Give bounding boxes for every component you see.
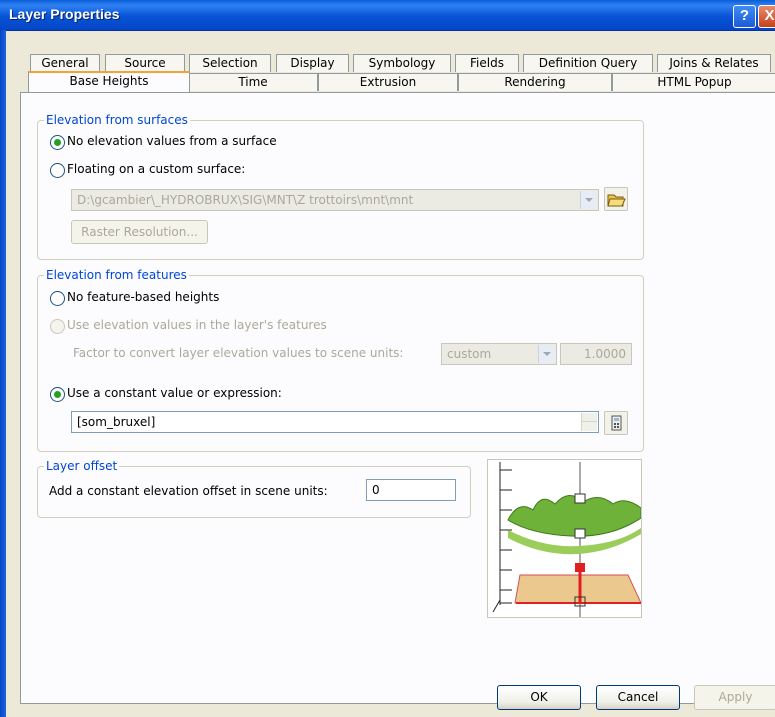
help-icon: ? xyxy=(739,7,750,24)
tab-symbology[interactable]: Symbology xyxy=(353,54,451,72)
title-bar: Layer Properties ? X xyxy=(0,0,775,31)
tab-general[interactable]: General xyxy=(30,54,100,72)
base-heights-preview xyxy=(487,459,642,618)
use-elevation-values-label: Use elevation values in the layer's feat… xyxy=(67,318,327,332)
surfaces-legend: Elevation from surfaces xyxy=(44,113,190,127)
factor-value: 1.0000 xyxy=(584,347,626,361)
tab-time[interactable]: Time xyxy=(188,73,318,91)
raster-resolution-button[interactable]: Raster Resolution... xyxy=(71,220,208,244)
features-legend: Elevation from features xyxy=(44,268,189,282)
tab-extrusion[interactable]: Extrusion xyxy=(318,73,458,91)
surface-path-value: D:\gcambier\_HYDROBRUX\SIG\MNT\Z trottoi… xyxy=(77,193,414,207)
factor-label: Factor to convert layer elevation values… xyxy=(73,346,404,360)
open-folder-icon xyxy=(607,194,626,207)
expression-builder-button[interactable] xyxy=(604,411,628,435)
floating-surface-radio[interactable] xyxy=(50,163,65,178)
selected-dot xyxy=(54,391,61,398)
open-folder-button[interactable] xyxy=(604,187,628,211)
constant-value-radio[interactable] xyxy=(50,387,65,402)
calculator-icon xyxy=(611,415,622,431)
factor-unit-dropdown[interactable]: custom xyxy=(441,343,557,365)
chevron-down-icon[interactable] xyxy=(580,191,597,209)
tab-selection[interactable]: Selection xyxy=(189,54,271,72)
surface-path-dropdown[interactable]: D:\gcambier\_HYDROBRUX\SIG\MNT\Z trottoi… xyxy=(71,189,599,211)
tab-source[interactable]: Source xyxy=(105,54,185,72)
factor-unit-value: custom xyxy=(447,347,492,361)
tab-html-popup[interactable]: HTML Popup xyxy=(612,73,775,91)
tab-base-heights[interactable]: Base Heights xyxy=(28,71,190,92)
no-surface-radio[interactable] xyxy=(50,135,65,150)
spin-up[interactable] xyxy=(582,413,597,422)
apply-button[interactable]: Apply xyxy=(694,685,775,710)
offset-field[interactable]: 0 xyxy=(366,479,456,501)
base-heights-diagram xyxy=(492,462,642,617)
constant-value-label: Use a constant value or expression: xyxy=(67,386,282,400)
close-button[interactable]: X xyxy=(758,5,775,28)
no-feature-heights-label: No feature-based heights xyxy=(67,290,220,304)
expression-field[interactable]: [som_bruxel] xyxy=(71,411,599,433)
no-surface-label: No elevation values from a surface xyxy=(67,134,277,148)
window-title: Layer Properties xyxy=(9,6,120,22)
chevron-down-icon[interactable] xyxy=(538,345,555,363)
factor-value-field[interactable]: 1.0000 xyxy=(560,343,632,365)
expression-value: [som_bruxel] xyxy=(77,415,156,429)
ok-button[interactable]: OK xyxy=(497,685,581,710)
tab-display[interactable]: Display xyxy=(276,54,349,72)
tab-definition-query[interactable]: Definition Query xyxy=(523,54,653,72)
offset-legend: Layer offset xyxy=(44,459,120,473)
tab-rendering[interactable]: Rendering xyxy=(458,73,612,91)
offset-label: Add a constant elevation offset in scene… xyxy=(49,484,328,498)
cancel-button[interactable]: Cancel xyxy=(596,685,680,710)
floating-surface-label: Floating on a custom surface: xyxy=(67,162,246,176)
selected-dot xyxy=(54,139,61,146)
help-button[interactable]: ? xyxy=(733,5,756,28)
offset-value: 0 xyxy=(372,483,380,497)
expression-spinner[interactable] xyxy=(581,413,597,431)
no-feature-heights-radio[interactable] xyxy=(50,291,65,306)
close-icon: X xyxy=(764,7,775,24)
window-border xyxy=(0,30,6,717)
use-elevation-values-radio[interactable] xyxy=(50,319,65,334)
tab-joins-relates[interactable]: Joins & Relates xyxy=(657,54,771,72)
tab-fields[interactable]: Fields xyxy=(455,54,519,72)
